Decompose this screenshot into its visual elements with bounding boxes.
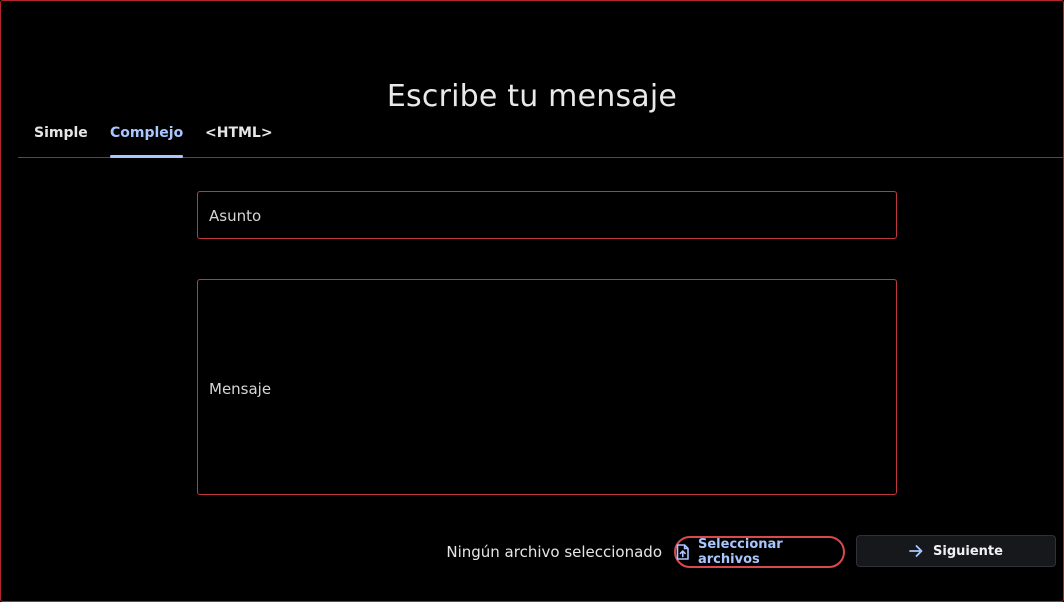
next-button[interactable]: Siguiente <box>856 535 1056 567</box>
tab-bar: Simple Complejo <HTML> <box>18 113 1063 158</box>
select-files-label: Seleccionar archivos <box>698 537 783 567</box>
tab-html[interactable]: <HTML> <box>205 113 273 157</box>
select-files-button[interactable]: Seleccionar archivos <box>674 536 845 568</box>
tab-complejo[interactable]: Complejo <box>110 113 184 158</box>
subject-label: Asunto <box>209 207 262 225</box>
file-status-text: Ningún archivo seleccionado <box>446 543 662 561</box>
subject-field[interactable]: Asunto <box>197 191 897 239</box>
tab-simple[interactable]: Simple <box>34 113 88 157</box>
next-label: Siguiente <box>933 543 1003 559</box>
page-title: Escribe tu mensaje <box>386 79 678 115</box>
file-upload-icon <box>676 544 689 560</box>
message-field[interactable]: Mensaje <box>197 279 897 495</box>
message-label: Mensaje <box>209 380 272 398</box>
arrow-right-icon <box>909 545 923 557</box>
window-frame: Escribe tu mensaje Simple Complejo <HTML… <box>0 0 1064 602</box>
